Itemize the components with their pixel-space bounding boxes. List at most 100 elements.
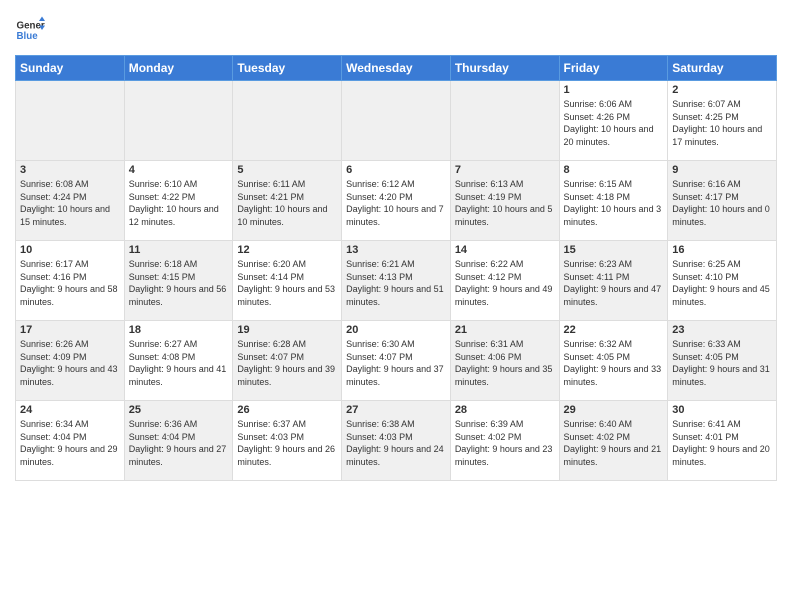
day-header-friday: Friday: [559, 56, 668, 81]
day-number: 16: [672, 244, 772, 256]
cal-cell-17: 17 Sunrise: 6:26 AM Sunset: 4:09 PM Dayli…: [16, 321, 125, 401]
day-number: 10: [20, 244, 120, 256]
day-info: Sunrise: 6:10 AM Sunset: 4:22 PM Dayligh…: [129, 178, 229, 228]
day-number: 29: [564, 404, 664, 416]
day-number: 28: [455, 404, 555, 416]
day-number: 25: [129, 404, 229, 416]
cal-cell-27: 27Sunrise: 6:38 AM Sunset: 4:03 PM Dayli…: [342, 401, 451, 481]
day-number: 3: [20, 164, 120, 176]
day-info: Sunrise: 6:28 AM Sunset: 4:07 PM Dayligh…: [237, 338, 337, 388]
day-info: Sunrise: 6:21 AM Sunset: 4:13 PM Dayligh…: [346, 258, 446, 308]
day-info: Sunrise: 6:32 AM Sunset: 4:05 PM Dayligh…: [564, 338, 664, 388]
day-info: Sunrise: 6:36 AM Sunset: 4:04 PM Dayligh…: [129, 418, 229, 468]
cal-cell-29: 29 Sunrise: 6:40 AM Sunset: 4:02 PM Dayli…: [559, 401, 668, 481]
day-number: 22: [564, 324, 664, 336]
cal-cell-20: 20 Sunrise: 6:30 AM Sunset: 4:07 PM Dayli…: [342, 321, 451, 401]
calendar-table: SundayMondayTuesdayWednesdayThursdayFrid…: [15, 55, 777, 481]
day-number: 23: [672, 324, 772, 336]
cal-cell-30: 30 Sunrise: 6:41 AM Sunset: 4:01 PM Dayli…: [668, 401, 777, 481]
day-info: Sunrise: 6:15 AM Sunset: 4:18 PM Dayligh…: [564, 178, 664, 228]
cal-cell-5: 5Sunrise: 6:11 AM Sunset: 4:21 PM Daylig…: [233, 161, 342, 241]
day-info: Sunrise: 6:30 AM Sunset: 4:07 PM Dayligh…: [346, 338, 446, 388]
day-number: 7: [455, 164, 555, 176]
cal-cell-26: 26Sunrise: 6:37 AM Sunset: 4:03 PM Dayli…: [233, 401, 342, 481]
day-number: 20: [346, 324, 446, 336]
cal-cell-empty-1: [124, 81, 233, 161]
day-info: Sunrise: 6:34 AM Sunset: 4:04 PM Dayligh…: [20, 418, 120, 468]
day-number: 12: [237, 244, 337, 256]
day-info: Sunrise: 6:23 AM Sunset: 4:11 PM Dayligh…: [564, 258, 664, 308]
cal-cell-10: 10 Sunrise: 6:17 AM Sunset: 4:16 PM Dayli…: [16, 241, 125, 321]
day-info: Sunrise: 6:07 AM Sunset: 4:25 PM Dayligh…: [672, 98, 772, 148]
day-info: Sunrise: 6:25 AM Sunset: 4:10 PM Dayligh…: [672, 258, 772, 308]
calendar-header-row: SundayMondayTuesdayWednesdayThursdayFrid…: [16, 56, 777, 81]
day-header-tuesday: Tuesday: [233, 56, 342, 81]
day-header-sunday: Sunday: [16, 56, 125, 81]
day-info: Sunrise: 6:17 AM Sunset: 4:16 PM Dayligh…: [20, 258, 120, 308]
day-info: Sunrise: 6:26 AM Sunset: 4:09 PM Dayligh…: [20, 338, 120, 388]
day-info: Sunrise: 6:31 AM Sunset: 4:06 PM Dayligh…: [455, 338, 555, 388]
cal-cell-11: 11Sunrise: 6:18 AM Sunset: 4:15 PM Dayli…: [124, 241, 233, 321]
day-number: 5: [237, 164, 337, 176]
calendar-body: 1 Sunrise: 6:06 AM Sunset: 4:26 PM Daylig…: [16, 81, 777, 481]
cal-cell-14: 14 Sunrise: 6:22 AM Sunset: 4:12 PM Dayli…: [450, 241, 559, 321]
day-number: 9: [672, 164, 772, 176]
svg-text:Blue: Blue: [17, 31, 39, 42]
day-number: 1: [564, 84, 664, 96]
day-info: Sunrise: 6:06 AM Sunset: 4:26 PM Dayligh…: [564, 98, 664, 148]
day-info: Sunrise: 6:16 AM Sunset: 4:17 PM Dayligh…: [672, 178, 772, 228]
day-info: Sunrise: 6:20 AM Sunset: 4:14 PM Dayligh…: [237, 258, 337, 308]
week-row-1: 1 Sunrise: 6:06 AM Sunset: 4:26 PM Daylig…: [16, 81, 777, 161]
day-info: Sunrise: 6:40 AM Sunset: 4:02 PM Dayligh…: [564, 418, 664, 468]
day-info: Sunrise: 6:27 AM Sunset: 4:08 PM Dayligh…: [129, 338, 229, 388]
day-number: 30: [672, 404, 772, 416]
day-number: 24: [20, 404, 120, 416]
day-number: 6: [346, 164, 446, 176]
cal-cell-9: 9 Sunrise: 6:16 AM Sunset: 4:17 PM Daylig…: [668, 161, 777, 241]
day-info: Sunrise: 6:22 AM Sunset: 4:12 PM Dayligh…: [455, 258, 555, 308]
day-number: 8: [564, 164, 664, 176]
cal-cell-empty-4: [450, 81, 559, 161]
cal-cell-18: 18 Sunrise: 6:27 AM Sunset: 4:08 PM Dayli…: [124, 321, 233, 401]
week-row-5: 24 Sunrise: 6:34 AM Sunset: 4:04 PM Dayli…: [16, 401, 777, 481]
day-number: 4: [129, 164, 229, 176]
cal-cell-4: 4 Sunrise: 6:10 AM Sunset: 4:22 PM Daylig…: [124, 161, 233, 241]
day-number: 15: [564, 244, 664, 256]
cal-cell-8: 8 Sunrise: 6:15 AM Sunset: 4:18 PM Daylig…: [559, 161, 668, 241]
day-number: 17: [20, 324, 120, 336]
page-container: General Blue SundayMondayTuesdayWednesda…: [0, 0, 792, 491]
cal-cell-7: 7 Sunrise: 6:13 AM Sunset: 4:19 PM Daylig…: [450, 161, 559, 241]
day-info: Sunrise: 6:13 AM Sunset: 4:19 PM Dayligh…: [455, 178, 555, 228]
cal-cell-3: 3 Sunrise: 6:08 AM Sunset: 4:24 PM Daylig…: [16, 161, 125, 241]
header: General Blue: [15, 15, 777, 45]
cal-cell-empty-3: [342, 81, 451, 161]
day-number: 18: [129, 324, 229, 336]
day-number: 27: [346, 404, 446, 416]
week-row-3: 10 Sunrise: 6:17 AM Sunset: 4:16 PM Dayli…: [16, 241, 777, 321]
cal-cell-19: 19Sunrise: 6:28 AM Sunset: 4:07 PM Dayli…: [233, 321, 342, 401]
cal-cell-24: 24 Sunrise: 6:34 AM Sunset: 4:04 PM Dayli…: [16, 401, 125, 481]
day-number: 13: [346, 244, 446, 256]
day-info: Sunrise: 6:41 AM Sunset: 4:01 PM Dayligh…: [672, 418, 772, 468]
day-header-saturday: Saturday: [668, 56, 777, 81]
day-info: Sunrise: 6:08 AM Sunset: 4:24 PM Dayligh…: [20, 178, 120, 228]
day-number: 11: [129, 244, 229, 256]
cal-cell-empty-2: [233, 81, 342, 161]
cal-cell-6: 6Sunrise: 6:12 AM Sunset: 4:20 PM Daylig…: [342, 161, 451, 241]
logo: General Blue: [15, 15, 45, 45]
cal-cell-28: 28Sunrise: 6:39 AM Sunset: 4:02 PM Dayli…: [450, 401, 559, 481]
cal-cell-12: 12 Sunrise: 6:20 AM Sunset: 4:14 PM Dayli…: [233, 241, 342, 321]
day-number: 2: [672, 84, 772, 96]
day-number: 14: [455, 244, 555, 256]
week-row-2: 3 Sunrise: 6:08 AM Sunset: 4:24 PM Daylig…: [16, 161, 777, 241]
day-number: 21: [455, 324, 555, 336]
cal-cell-16: 16 Sunrise: 6:25 AM Sunset: 4:10 PM Dayli…: [668, 241, 777, 321]
cal-cell-15: 15 Sunrise: 6:23 AM Sunset: 4:11 PM Dayli…: [559, 241, 668, 321]
day-header-monday: Monday: [124, 56, 233, 81]
cal-cell-empty-0: [16, 81, 125, 161]
cal-cell-22: 22 Sunrise: 6:32 AM Sunset: 4:05 PM Dayli…: [559, 321, 668, 401]
week-row-4: 17 Sunrise: 6:26 AM Sunset: 4:09 PM Dayli…: [16, 321, 777, 401]
cal-cell-2: 2 Sunrise: 6:07 AM Sunset: 4:25 PM Daylig…: [668, 81, 777, 161]
day-info: Sunrise: 6:33 AM Sunset: 4:05 PM Dayligh…: [672, 338, 772, 388]
cal-cell-23: 23 Sunrise: 6:33 AM Sunset: 4:05 PM Dayli…: [668, 321, 777, 401]
